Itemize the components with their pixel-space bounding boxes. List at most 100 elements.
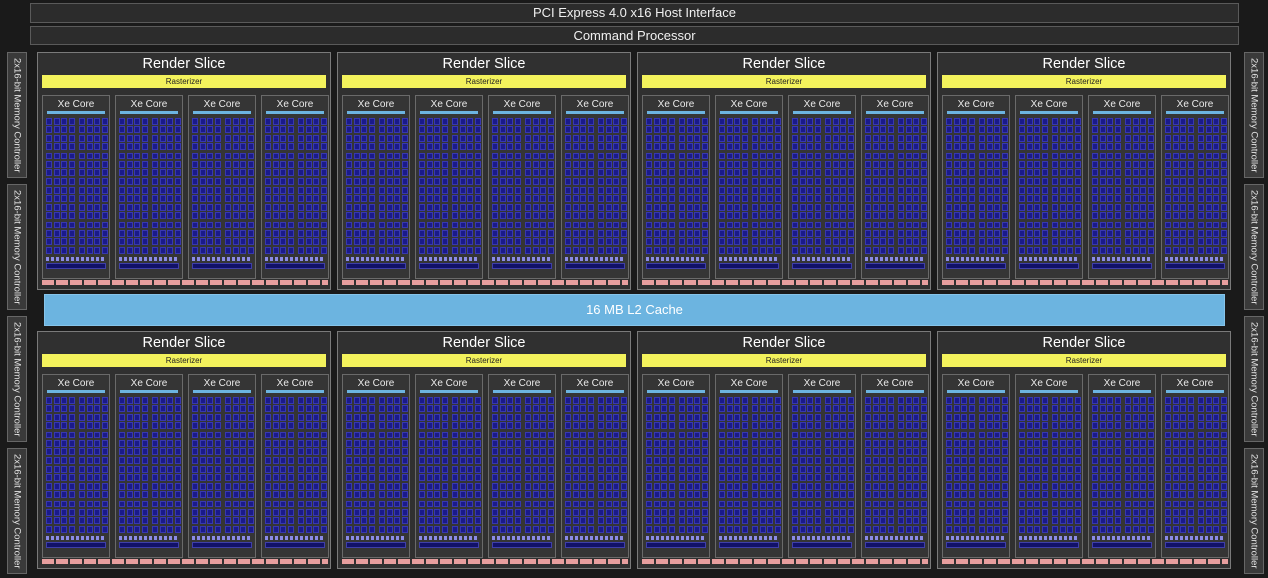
execution-unit bbox=[507, 474, 514, 482]
execution-unit bbox=[394, 195, 401, 203]
execution-unit bbox=[719, 246, 726, 254]
execution-unit bbox=[774, 177, 781, 185]
execution-unit bbox=[320, 212, 327, 219]
execution-unit bbox=[474, 238, 481, 246]
execution-unit bbox=[774, 195, 781, 203]
xe-core-load-store-bar bbox=[646, 257, 706, 261]
execution-unit bbox=[719, 491, 726, 498]
execution-unit bbox=[832, 238, 839, 246]
execution-unit bbox=[313, 143, 320, 150]
execution-unit bbox=[68, 439, 75, 447]
execution-unit bbox=[1019, 491, 1026, 498]
execution-unit bbox=[1059, 134, 1066, 142]
execution-unit bbox=[668, 456, 675, 464]
execution-unit bbox=[1052, 195, 1059, 203]
execution-unit bbox=[298, 517, 305, 525]
execution-unit bbox=[825, 143, 832, 150]
xe-core-l1-cache bbox=[346, 263, 406, 269]
execution-unit bbox=[547, 187, 554, 194]
execution-unit bbox=[799, 482, 806, 490]
execution-unit bbox=[46, 134, 53, 142]
execution-unit bbox=[840, 482, 847, 490]
execution-unit bbox=[94, 152, 101, 160]
execution-unit bbox=[968, 221, 975, 229]
execution-unit bbox=[247, 187, 254, 194]
vector-engine-block bbox=[419, 118, 448, 150]
execution-unit bbox=[394, 238, 401, 246]
execution-unit bbox=[79, 466, 86, 473]
execution-unit bbox=[1147, 134, 1154, 142]
execution-unit bbox=[1067, 431, 1074, 439]
execution-unit bbox=[101, 525, 108, 533]
execution-unit bbox=[119, 405, 126, 413]
execution-unit bbox=[499, 143, 506, 150]
execution-unit bbox=[141, 413, 148, 421]
execution-unit bbox=[953, 508, 960, 516]
vector-engine-block bbox=[646, 466, 675, 498]
vector-engine-block bbox=[46, 187, 75, 219]
vector-engine-block bbox=[679, 500, 708, 533]
execution-unit bbox=[1019, 413, 1026, 421]
execution-unit bbox=[232, 134, 239, 142]
execution-unit bbox=[499, 439, 506, 447]
execution-unit bbox=[547, 118, 554, 125]
execution-unit bbox=[214, 229, 221, 237]
execution-unit bbox=[961, 422, 968, 429]
execution-unit bbox=[726, 203, 733, 211]
render-slice-backend-bar bbox=[42, 559, 328, 564]
execution-unit bbox=[825, 422, 832, 429]
execution-unit bbox=[799, 466, 806, 473]
execution-unit bbox=[119, 221, 126, 229]
execution-unit bbox=[298, 187, 305, 194]
execution-unit bbox=[232, 508, 239, 516]
execution-unit bbox=[1205, 212, 1212, 219]
execution-unit bbox=[587, 143, 594, 150]
execution-unit bbox=[192, 405, 199, 413]
execution-unit bbox=[353, 474, 360, 482]
execution-unit bbox=[968, 482, 975, 490]
vector-engine-block bbox=[752, 118, 781, 150]
execution-unit bbox=[759, 238, 766, 246]
execution-unit bbox=[686, 431, 693, 439]
execution-unit bbox=[192, 152, 199, 160]
vector-engine-block bbox=[1092, 187, 1121, 219]
execution-unit bbox=[1125, 500, 1132, 508]
execution-unit bbox=[53, 246, 60, 254]
execution-unit bbox=[152, 525, 159, 533]
vector-engine-block bbox=[492, 431, 521, 464]
execution-unit bbox=[752, 448, 759, 456]
execution-unit bbox=[126, 221, 133, 229]
execution-unit bbox=[426, 482, 433, 490]
execution-unit bbox=[167, 397, 174, 404]
vector-engine-block bbox=[946, 152, 975, 185]
vector-engine-block bbox=[1019, 397, 1048, 429]
execution-unit bbox=[620, 405, 627, 413]
execution-unit bbox=[361, 238, 368, 246]
execution-unit bbox=[1059, 431, 1066, 439]
execution-unit bbox=[1198, 203, 1205, 211]
execution-unit bbox=[141, 143, 148, 150]
execution-unit bbox=[434, 413, 441, 421]
execution-unit bbox=[134, 126, 141, 134]
execution-unit bbox=[1092, 508, 1099, 516]
execution-unit bbox=[799, 229, 806, 237]
execution-unit bbox=[726, 177, 733, 185]
execution-unit bbox=[452, 221, 459, 229]
execution-unit bbox=[1026, 212, 1033, 219]
vector-engine-column bbox=[152, 118, 181, 256]
execution-unit bbox=[1067, 448, 1074, 456]
execution-unit bbox=[419, 491, 426, 498]
execution-unit bbox=[587, 482, 594, 490]
execution-unit bbox=[507, 413, 514, 421]
execution-unit bbox=[225, 500, 232, 508]
execution-unit bbox=[726, 221, 733, 229]
execution-unit bbox=[752, 126, 759, 134]
execution-unit bbox=[280, 439, 287, 447]
execution-unit bbox=[887, 517, 894, 525]
execution-unit bbox=[265, 187, 272, 194]
vector-engine-column bbox=[1165, 118, 1194, 256]
execution-unit bbox=[240, 126, 247, 134]
execution-unit bbox=[953, 160, 960, 168]
execution-unit bbox=[686, 187, 693, 194]
execution-unit bbox=[587, 246, 594, 254]
